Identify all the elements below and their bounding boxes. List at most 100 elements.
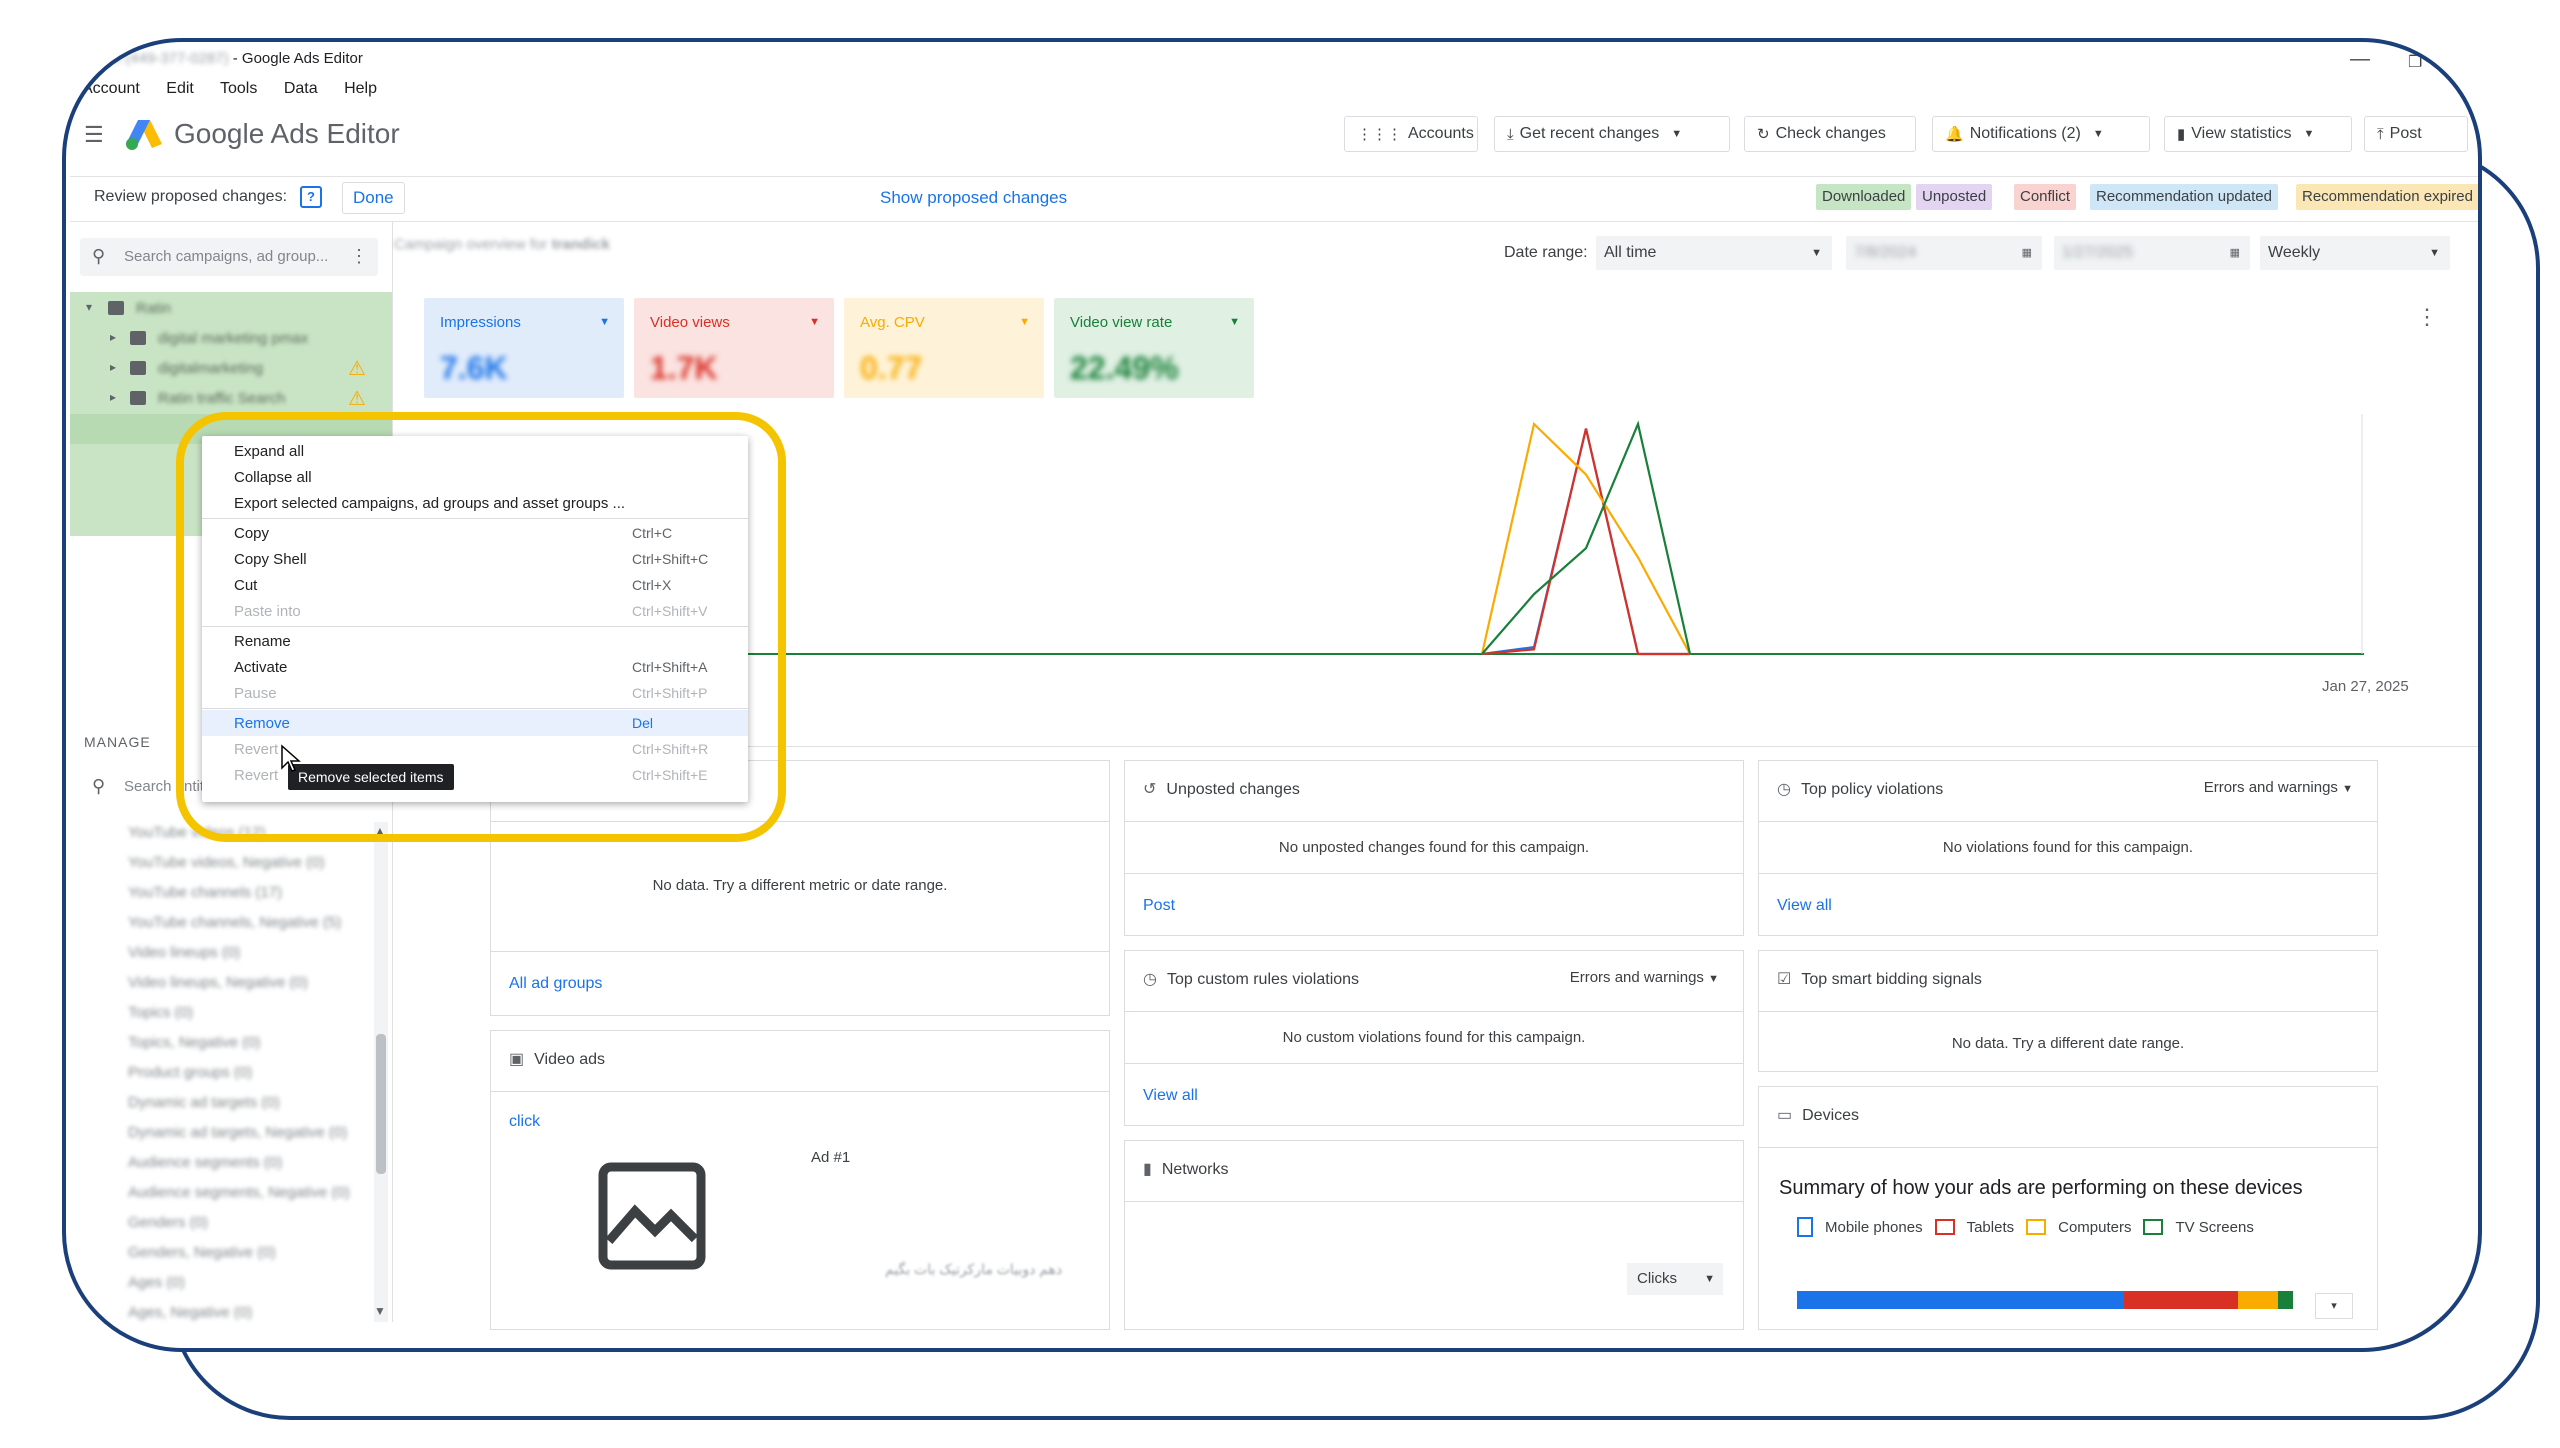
app-screenshot-frame: Ratin (449-377-0287) - Google Ads Editor… [62,38,2482,1352]
devices-stacked-bar [1797,1291,2293,1309]
mobile-icon [1797,1217,1813,1237]
search-icon: ⚲ [92,776,106,796]
manage-list-item[interactable]: Topics (0) [128,1004,378,1034]
scroll-down-icon[interactable]: ▼ [374,1304,386,1318]
google-ads-logo-icon [126,120,162,150]
series-line-impressions [1481,428,1690,656]
date-to-input[interactable]: 1/27/2025 ▦ [2054,236,2250,270]
overview-campaign-name: trandick [551,236,610,253]
badge-downloaded: Downloaded [1816,184,1912,210]
warning-icon: ⚠ [348,388,366,410]
more-vert-icon[interactable]: ⋮ [350,246,368,267]
custom-rules-view-all-link[interactable]: View all [1143,1087,1198,1105]
menu-account[interactable]: Account [82,80,140,97]
minimize-button[interactable]: — [2350,48,2370,71]
account-icon [108,301,124,315]
metric-label: Avg. CPV [860,314,925,331]
smart-bidding-message: No data. Try a different date range. [1951,1035,2185,1052]
manage-list-item[interactable]: Video lineups (0) [128,944,378,974]
networks-metric-value: Clicks [1637,1270,1677,1287]
tree-item-campaign[interactable]: ▸ Ratin traffic Search [70,384,392,414]
manage-list-item[interactable]: Topics, Negative (0) [128,1034,378,1064]
policy-filter[interactable]: Errors and warnings ▼ [2204,779,2353,796]
calendar-icon[interactable]: ▦ [2230,236,2240,270]
chevron-down-icon: ▼ [1019,316,1030,328]
menu-edit[interactable]: Edit [166,80,194,97]
manage-list-item[interactable]: YouTube channels, Negative (5) [128,914,378,944]
date-range-select[interactable]: All time ▼ [1596,236,1832,270]
view-statistics-button[interactable]: ▮ View statistics ▼ [2164,116,2352,152]
post-link[interactable]: Post [1143,897,1175,915]
custom-rules-filter[interactable]: Errors and warnings ▼ [1570,969,1719,986]
clock-icon: ◷ [1777,781,1791,798]
device-share-bar [2124,1291,2239,1309]
campaign-search-input[interactable]: ⚲ Search campaigns, ad group... ⋮ [80,238,378,276]
manage-list-item[interactable]: Genders (0) [128,1214,378,1244]
period-select[interactable]: Weekly ▼ [2260,236,2450,270]
tree-item-campaign[interactable]: ▸ digitalmarketing [70,354,392,384]
networks-metric-select[interactable]: Clicks ▼ [1627,1263,1723,1295]
post-button[interactable]: ⤒ Post [2364,116,2468,152]
manage-list-item[interactable]: Dynamic ad targets, Negative (0) [128,1124,378,1154]
devices-legend: Mobile phones Tablets Computers TV Scree… [1797,1217,2254,1237]
date-from-input[interactable]: 7/8/2024 ▦ [1846,236,2042,270]
metric-value: 0.77 [860,350,923,386]
metric-video-view-rate[interactable]: Video view rate ▼ 22.49% [1054,298,1254,398]
manage-list-item[interactable]: Video lineups, Negative (0) [128,974,378,1004]
manage-list-item[interactable]: Ages, Negative (0) [128,1304,378,1334]
manage-list-item[interactable]: Product groups (0) [128,1064,378,1094]
collapse-nav-icon[interactable]: ☰ [84,122,104,148]
ad-description: دهم دوبيات مارکرتيک بات بگيم [885,1261,1063,1277]
overview-title-prefix: Campaign overview for [394,236,552,253]
menu-data[interactable]: Data [284,80,318,97]
calendar-icon[interactable]: ▦ [2022,236,2032,270]
networks-header: ▮ Networks [1143,1159,1229,1179]
card-divider [1759,873,2377,874]
devices-summary: Summary of how your ads are performing o… [1779,1177,2303,1199]
series-line-video-views [1481,428,1690,656]
custom-rules-card: ◷ Top custom rules violations Errors and … [1124,950,1744,1126]
manage-list-item[interactable]: Genders, Negative (0) [128,1244,378,1274]
tree-item-label: digital marketing pmax [158,330,309,347]
manage-list-item[interactable]: YouTube videos, Negative (0) [128,854,378,884]
manage-list-item[interactable]: Ages (0) [128,1274,378,1304]
help-icon[interactable]: ? [300,186,322,208]
card-divider [1759,1147,2377,1148]
check-changes-button[interactable]: ↻ Check changes [1744,116,1916,152]
metric-impressions[interactable]: Impressions ▼ 7.6K [424,298,624,398]
menu-help[interactable]: Help [344,80,377,97]
metric-video-views[interactable]: Video views ▼ 1.7K [634,298,834,398]
video-ad-click-link[interactable]: click [509,1113,540,1131]
notifications-button[interactable]: 🔔 Notifications (2) ▼ [1932,116,2150,152]
restore-button[interactable]: ❐ [2408,52,2422,72]
metric-avg-cpv[interactable]: Avg. CPV ▼ 0.77 [844,298,1044,398]
get-recent-label: Get recent changes [1519,125,1660,142]
tree-item-campaign[interactable]: ▸ digital marketing pmax [70,324,392,354]
legend-tablets: Tablets [1966,1218,2015,1236]
show-proposed-changes-link[interactable]: Show proposed changes [880,188,1067,208]
campaign-icon [130,361,146,375]
series-line-video-view-rate [1481,420,1692,655]
card-divider [1125,1011,1743,1012]
devices-menu-button[interactable]: ▾ [2315,1293,2353,1319]
scrollbar-thumb[interactable] [376,1034,386,1174]
manage-list-item[interactable]: Audience segments (0) [128,1154,378,1184]
manage-list-item[interactable]: Dynamic ad targets (0) [128,1094,378,1124]
manage-list-item[interactable]: Audience segments, Negative (0) [128,1184,378,1214]
all-ad-groups-link[interactable]: All ad groups [509,975,602,993]
card-divider [1759,1011,2377,1012]
done-button[interactable]: Done [342,182,405,214]
unposted-header: ↺ Unposted changes [1143,779,1300,799]
chevron-right-icon: ▸ [110,330,117,344]
manage-list-item[interactable]: YouTube channels (17) [128,884,378,914]
tree-item-account[interactable]: ▾ Ratin [70,294,392,324]
accounts-button[interactable]: ⋮⋮⋮ Accounts [1344,116,1478,152]
date-to-value: 1/27/2025 [2062,244,2134,261]
get-recent-changes-button[interactable]: ⤓ Get recent changes ▼ [1494,116,1730,152]
more-vert-icon[interactable]: ⋮ [2416,304,2438,330]
policy-view-all-link[interactable]: View all [1777,897,1832,915]
chevron-down-icon: ▼ [1229,316,1240,328]
tree-item-label: Ratin [136,300,172,317]
search-placeholder: Search campaigns, ad group... [124,248,329,265]
menu-tools[interactable]: Tools [220,80,257,97]
